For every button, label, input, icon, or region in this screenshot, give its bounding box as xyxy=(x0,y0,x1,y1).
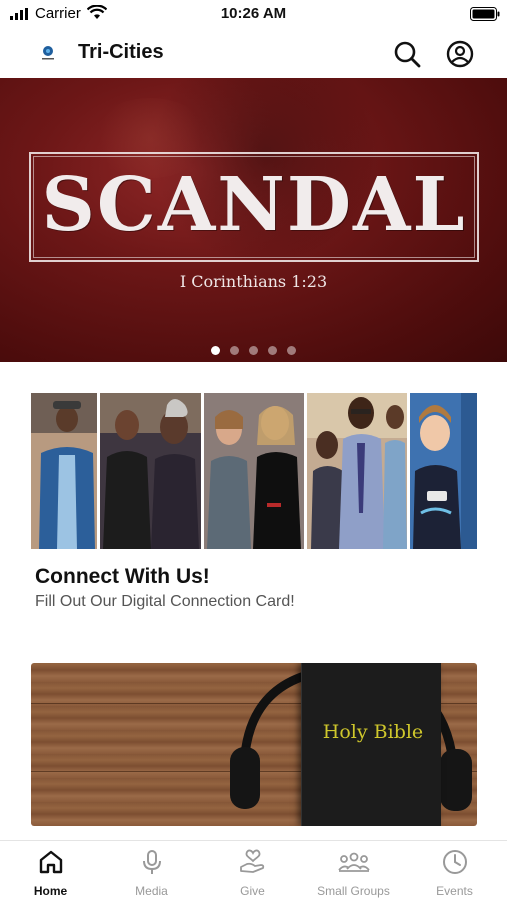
bottom-tab-bar: Home Media Give Small Groups Events xyxy=(0,840,507,900)
clock-icon xyxy=(442,850,467,874)
tab-label-media: Media xyxy=(135,884,168,898)
tab-label-events: Events xyxy=(436,884,473,898)
bible-book xyxy=(301,663,441,826)
app-title: Tri-Cities xyxy=(78,41,164,63)
status-bar: Carrier 10:26 AM xyxy=(0,0,507,30)
tab-give[interactable]: Give xyxy=(202,841,303,900)
carousel-dot[interactable] xyxy=(287,346,296,355)
connect-card-image[interactable] xyxy=(31,393,477,549)
tab-events[interactable]: Events xyxy=(404,841,505,900)
battery-icon xyxy=(470,7,500,21)
give-icon xyxy=(239,849,264,873)
connect-card-title[interactable]: Connect With Us! xyxy=(35,565,210,589)
tab-label-give: Give xyxy=(240,884,265,898)
bible-card-image[interactable]: Holy Bible xyxy=(31,663,477,826)
account-button[interactable] xyxy=(445,39,475,69)
tab-label-small-groups: Small Groups xyxy=(317,884,390,898)
hero-scripture-reference: I Corinthians 1:23 xyxy=(179,272,328,291)
connect-card-subtitle: Fill Out Our Digital Connection Card! xyxy=(35,593,295,610)
carousel-dot[interactable] xyxy=(211,346,220,355)
tab-home[interactable]: Home xyxy=(0,841,101,900)
tab-media[interactable]: Media xyxy=(101,841,202,900)
search-button[interactable] xyxy=(392,39,422,69)
carousel-dot[interactable] xyxy=(249,346,258,355)
search-icon xyxy=(394,41,421,68)
carousel-dot[interactable] xyxy=(268,346,277,355)
home-icon xyxy=(39,850,62,874)
groups-icon xyxy=(337,852,370,872)
app-header: Tri-Cities xyxy=(0,30,507,78)
microphone-icon xyxy=(142,850,161,874)
carousel-pagination xyxy=(0,342,507,360)
tab-label-home: Home xyxy=(33,884,68,898)
tab-small-groups[interactable]: Small Groups xyxy=(303,841,404,900)
hero-title: SCANDAL xyxy=(41,162,467,248)
user-profile-icon xyxy=(446,40,474,68)
sermon-hero-banner[interactable]: SCANDAL I Corinthians 1:23 xyxy=(0,78,507,362)
carousel-dot[interactable] xyxy=(230,346,239,355)
status-time: 10:26 AM xyxy=(220,5,287,22)
bible-cover-text: Holy Bible xyxy=(322,721,424,743)
church-logo-icon xyxy=(42,46,54,60)
people-photo-collage xyxy=(31,393,477,549)
